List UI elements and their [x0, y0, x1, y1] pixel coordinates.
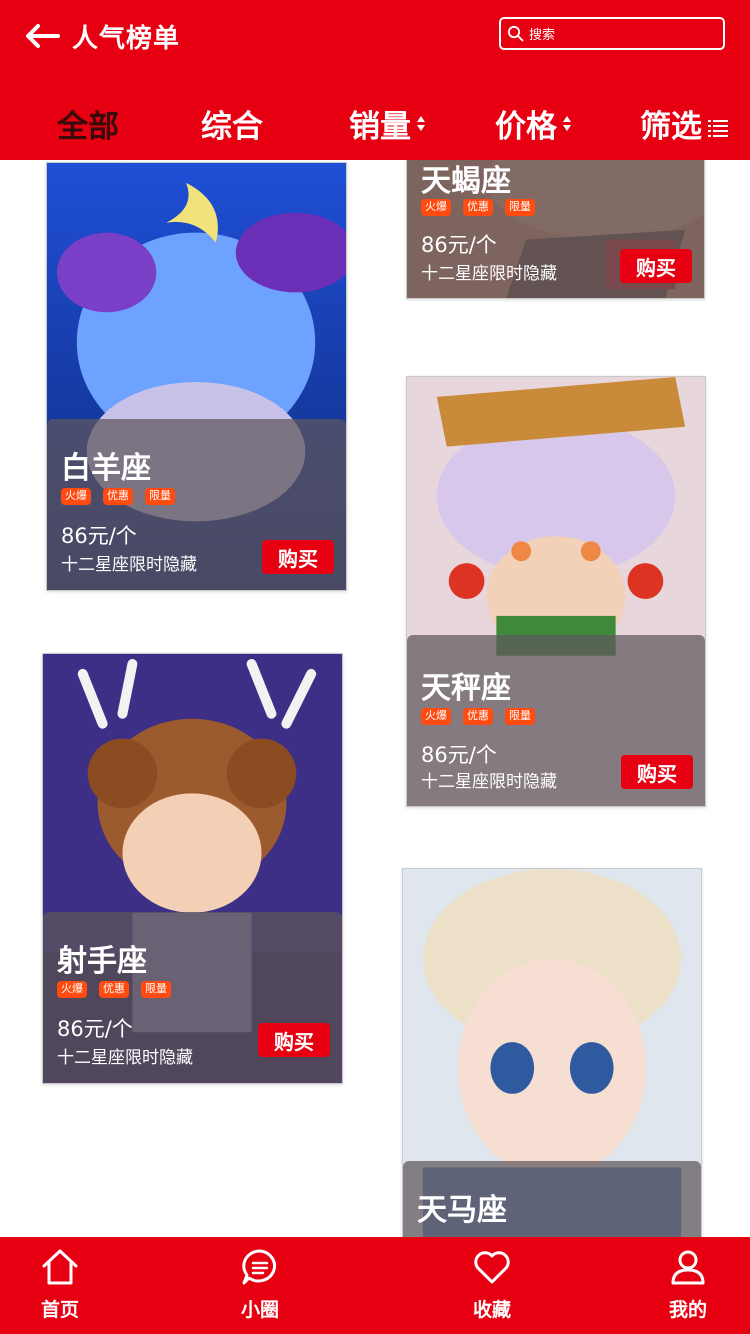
product-name: 天马座	[417, 1193, 507, 1228]
tab-comprehensive[interactable]: 综合	[201, 98, 263, 148]
buy-button[interactable]: 购买	[258, 1023, 330, 1057]
tab-price[interactable]: 价格	[495, 98, 571, 148]
arrow-left-icon	[26, 24, 60, 48]
user-icon	[671, 1250, 705, 1285]
nav-label: 小圈	[240, 1299, 279, 1321]
product-tags: 火爆 优惠 限量	[61, 488, 175, 505]
home-icon	[42, 1249, 78, 1285]
nav-favorites[interactable]: 收藏	[470, 1237, 514, 1334]
bottom-navigation: 首页 小圈 收藏 我的	[0, 1237, 750, 1334]
sort-arrows-icon	[417, 115, 425, 131]
tag-hot: 火爆	[421, 199, 451, 216]
search-icon	[507, 25, 524, 42]
product-desc: 十二星座限时隐藏	[61, 555, 197, 575]
nav-label: 首页	[40, 1299, 79, 1321]
search-input[interactable]: 搜索	[499, 17, 725, 50]
sort-tab-bar: 全部 综合 销量 价格 筛选	[0, 98, 750, 148]
product-name: 天蝎座	[421, 164, 511, 199]
product-desc: 十二星座限时隐藏	[421, 772, 557, 792]
nav-home[interactable]: 首页	[38, 1237, 82, 1334]
product-tags: 火爆 优惠 限量	[421, 708, 535, 725]
tag-hot: 火爆	[61, 488, 91, 505]
product-card-pegasus[interactable]: 天马座	[402, 868, 702, 1248]
product-card-sagittarius[interactable]: 射手座 火爆 优惠 限量 86元/个 十二星座限时隐藏 购买	[42, 653, 343, 1084]
buy-button[interactable]: 购买	[621, 755, 693, 789]
tag-limited: 限量	[141, 981, 171, 998]
nav-profile[interactable]: 我的	[666, 1237, 710, 1334]
product-card-libra[interactable]: 天秤座 火爆 优惠 限量 86元/个 十二星座限时隐藏 购买	[406, 376, 706, 807]
tag-discount: 优惠	[463, 708, 493, 725]
tag-discount: 优惠	[103, 488, 133, 505]
product-info-panel: 天秤座 火爆 优惠 限量 86元/个 十二星座限时隐藏 购买	[407, 635, 705, 806]
tab-sales[interactable]: 销量	[349, 98, 425, 148]
product-desc: 十二星座限时隐藏	[57, 1048, 193, 1068]
chat-bubble-icon	[242, 1249, 276, 1285]
nav-circle[interactable]: 小圈	[238, 1237, 282, 1334]
product-name: 白羊座	[61, 451, 151, 486]
buy-button[interactable]: 购买	[620, 249, 692, 283]
tag-limited: 限量	[505, 708, 535, 725]
buy-button[interactable]: 购买	[262, 540, 334, 574]
product-info-panel: 天马座	[403, 1161, 701, 1247]
sort-arrows-icon	[563, 115, 571, 131]
product-info-panel: 白羊座 火爆 优惠 限量 86元/个 十二星座限时隐藏 购买	[47, 419, 346, 590]
product-card-aries[interactable]: 白羊座 火爆 优惠 限量 86元/个 十二星座限时隐藏 购买	[46, 162, 347, 591]
tag-discount: 优惠	[463, 199, 493, 216]
tag-limited: 限量	[505, 199, 535, 216]
product-price: 86元/个	[61, 524, 137, 548]
product-desc: 十二星座限时隐藏	[421, 264, 557, 284]
tab-label: 全部	[57, 108, 119, 145]
nav-label: 我的	[668, 1299, 707, 1321]
product-price: 86元/个	[57, 1017, 133, 1041]
tab-all[interactable]: 全部	[57, 98, 119, 148]
tag-limited: 限量	[145, 488, 175, 505]
top-app-bar: 人气榜单 搜索 全部 综合 销量 价格 筛选	[0, 0, 750, 160]
product-tags: 火爆 优惠 限量	[421, 199, 535, 216]
page-title: 人气榜单	[72, 23, 181, 54]
tab-label: 筛选	[640, 108, 702, 145]
tab-label: 综合	[201, 108, 263, 145]
product-price: 86元/个	[421, 233, 497, 257]
tab-filter[interactable]: 筛选	[640, 98, 728, 148]
product-name: 射手座	[57, 944, 147, 979]
product-name: 天秤座	[421, 671, 511, 706]
heart-icon	[474, 1251, 510, 1284]
product-price: 86元/个	[421, 743, 497, 767]
product-info-panel: 射手座 火爆 优惠 限量 86元/个 十二星座限时隐藏 购买	[43, 912, 342, 1083]
tag-hot: 火爆	[57, 981, 87, 998]
back-button[interactable]: 人气榜单	[24, 16, 184, 56]
product-tags: 火爆 优惠 限量	[57, 981, 171, 998]
nav-label: 收藏	[472, 1299, 511, 1321]
tag-hot: 火爆	[421, 708, 451, 725]
filter-list-icon	[708, 120, 728, 137]
search-placeholder: 搜索	[529, 28, 556, 43]
tab-label: 价格	[495, 108, 557, 145]
tag-discount: 优惠	[99, 981, 129, 998]
tab-label: 销量	[349, 108, 411, 145]
